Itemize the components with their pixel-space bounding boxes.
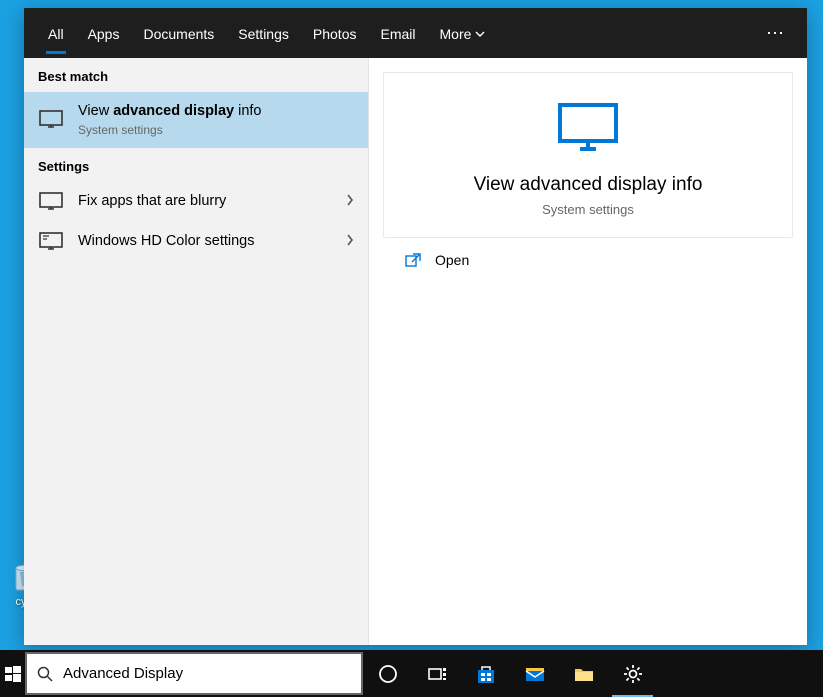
tab-documents[interactable]: Documents [131, 12, 226, 54]
settings-result-text: Fix apps that are blurry [78, 192, 332, 212]
best-match-text: View advanced display info System settin… [78, 102, 354, 138]
monitor-large-icon [556, 101, 620, 158]
start-button[interactable] [0, 650, 25, 697]
settings-result-title: Fix apps that are blurry [78, 192, 332, 212]
cortana-icon [377, 663, 399, 685]
taskbar-search-box[interactable] [25, 652, 363, 695]
monitor-outline-icon [38, 232, 64, 252]
best-match-result[interactable]: View advanced display info System settin… [24, 92, 368, 148]
tab-email[interactable]: Email [368, 12, 427, 54]
tab-all[interactable]: All [36, 12, 76, 54]
cortana-button[interactable] [363, 650, 412, 697]
settings-result-text: Windows HD Color settings [78, 232, 332, 252]
mail-icon [524, 663, 546, 685]
windows-logo-icon [5, 666, 21, 682]
tab-settings[interactable]: Settings [226, 12, 301, 54]
search-input[interactable] [63, 665, 351, 682]
results-list-pane: Best match View advanced display info Sy… [24, 58, 369, 645]
task-view-icon [426, 663, 448, 685]
tab-apps[interactable]: Apps [76, 12, 132, 54]
tab-more[interactable]: More [428, 12, 498, 54]
search-panel-body: Best match View advanced display info Sy… [24, 58, 807, 645]
taskbar-settings-button[interactable] [608, 650, 657, 697]
taskbar [0, 650, 823, 697]
folder-icon [573, 663, 595, 685]
detail-title: View advanced display info [474, 174, 703, 196]
monitor-icon [38, 110, 64, 130]
search-icon [37, 666, 53, 682]
settings-section-label: Settings [24, 148, 368, 182]
tab-photos[interactable]: Photos [301, 12, 369, 54]
chevron-down-icon [475, 31, 485, 37]
tab-more-label: More [440, 26, 472, 42]
detail-subtitle: System settings [542, 202, 634, 217]
taskbar-explorer-button[interactable] [559, 650, 608, 697]
task-view-button[interactable] [412, 650, 461, 697]
overflow-menu-button[interactable]: ⋯ [756, 23, 795, 44]
detail-pane: View advanced display info System settin… [369, 58, 807, 645]
chevron-right-icon [346, 233, 354, 251]
settings-result-hd-color[interactable]: Windows HD Color settings [24, 222, 368, 262]
search-tabs-bar: All Apps Documents Settings Photos Email… [24, 8, 807, 58]
open-action-label: Open [435, 252, 469, 268]
best-match-title: View advanced display info [78, 102, 354, 122]
detail-card: View advanced display info System settin… [383, 72, 793, 238]
search-results-panel: All Apps Documents Settings Photos Email… [24, 8, 807, 645]
store-icon [475, 663, 497, 685]
settings-result-fix-blurry[interactable]: Fix apps that are blurry [24, 182, 368, 222]
taskbar-mail-button[interactable] [510, 650, 559, 697]
taskbar-store-button[interactable] [461, 650, 510, 697]
monitor-icon [38, 192, 64, 212]
open-action[interactable]: Open [383, 238, 793, 278]
best-match-subtitle: System settings [78, 122, 354, 138]
best-match-section-label: Best match [24, 58, 368, 92]
open-icon [405, 253, 421, 267]
chevron-right-icon [346, 193, 354, 211]
gear-icon [622, 663, 644, 685]
settings-result-title: Windows HD Color settings [78, 232, 332, 252]
